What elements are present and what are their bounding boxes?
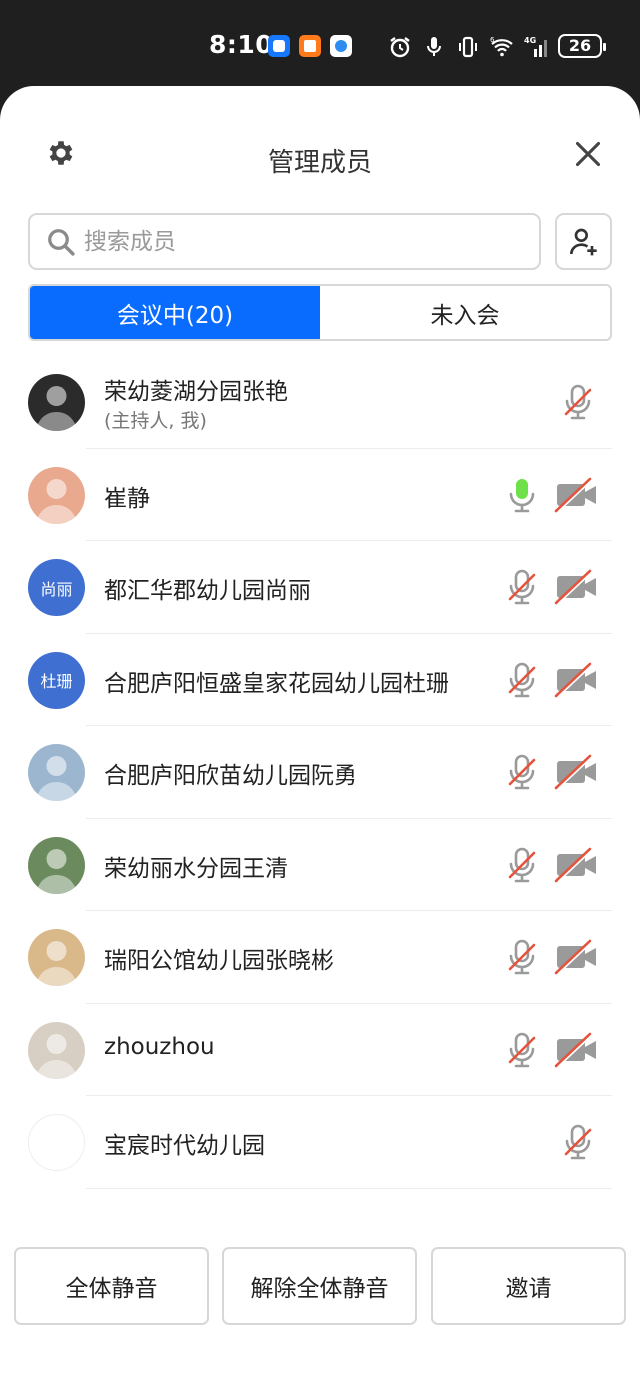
search-input[interactable] — [84, 228, 484, 255]
camera-off-icon[interactable] — [554, 567, 600, 607]
camera-off-icon[interactable] — [554, 845, 600, 885]
sheet-header: 管理成员 — [0, 86, 640, 214]
camera-off-icon[interactable] — [554, 1030, 600, 1070]
participant-name: 宝宸时代幼儿园 — [104, 1133, 265, 1159]
participant-row[interactable]: 荣幼丽水分园王清 — [0, 819, 640, 911]
close-button[interactable] — [568, 134, 608, 174]
svg-text:6: 6 — [490, 36, 495, 44]
search-icon — [48, 228, 75, 256]
participant-list[interactable]: 荣幼菱湖分园张艳 (主持人, 我) 崔静 尚丽 都汇华郡幼儿园尚丽 杜珊 合肥庐阳恒盛皇家花… — [0, 356, 640, 1218]
microphone-muted-icon[interactable] — [502, 1030, 542, 1070]
avatar — [28, 744, 85, 801]
alarm-icon — [390, 37, 410, 58]
participant-name: 瑞阳公馆幼儿园张晓彬 — [104, 948, 334, 974]
battery-indicator: 26 — [558, 34, 606, 58]
add-user-icon — [569, 228, 597, 255]
avatar — [28, 836, 85, 894]
participant-row[interactable]: 合肥庐阳欣苗幼儿园阮勇 — [0, 726, 640, 819]
participant-name: zhouzhou — [104, 1033, 215, 1060]
close-icon — [575, 141, 601, 167]
status-time: 8:10 — [209, 30, 274, 59]
participant-row[interactable]: zhouzhou — [0, 1004, 640, 1096]
camera-off-icon[interactable] — [554, 937, 600, 977]
manage-members-sheet: 管理成员 会议中(20) 未入会 荣幼菱湖分园张艳 (主持人, 我) 崔静尚丽都汇华… — [0, 86, 640, 1386]
participant-row[interactable]: 崔静 — [0, 449, 640, 541]
microphone-muted-icon[interactable] — [558, 382, 598, 422]
svg-text:4G: 4G — [524, 36, 536, 45]
participant-name: 都汇华郡幼儿园尚丽 — [104, 578, 311, 604]
search-box[interactable] — [28, 213, 541, 270]
avatar — [28, 374, 85, 431]
vibrate-icon — [459, 36, 477, 58]
camera-off-icon[interactable] — [554, 752, 600, 792]
participant-row[interactable]: 瑞阳公馆幼儿园张晓彬 — [0, 911, 640, 1004]
microphone-muted-icon[interactable] — [502, 660, 542, 700]
tab-not-joined[interactable]: 未入会 — [320, 286, 610, 339]
participant-role: (主持人, 我) — [104, 410, 207, 432]
microphone-muted-icon[interactable] — [558, 1122, 598, 1162]
camera-off-icon[interactable] — [554, 660, 600, 700]
participant-name: 合肥庐阳恒盛皇家花园幼儿园杜珊 — [104, 670, 449, 697]
participant-name: 荣幼丽水分园王清 — [104, 855, 288, 882]
wifi-icon: 6 — [490, 36, 513, 57]
avatar — [28, 1114, 85, 1171]
participant-row[interactable]: 尚丽 都汇华郡幼儿园尚丽 — [0, 541, 640, 634]
microphone-on-icon[interactable] — [502, 475, 542, 515]
tab-in-meeting[interactable]: 会议中(20) — [30, 286, 320, 339]
invite-button[interactable]: 邀请 — [431, 1247, 626, 1325]
divider — [86, 1187, 612, 1189]
browser-notification-icon — [330, 35, 352, 57]
avatar — [28, 466, 85, 524]
camera-off-icon[interactable] — [554, 475, 600, 515]
participant-name: 合肥庐阳欣苗幼儿园阮勇 — [104, 763, 357, 789]
participant-name: 崔静 — [104, 485, 150, 512]
cellular-signal-icon: 4G — [524, 36, 547, 57]
status-bar: 8:10 6 4G 26 — [0, 0, 640, 92]
unmute-all-button[interactable]: 解除全体静音 — [222, 1247, 417, 1325]
avatar — [28, 929, 85, 986]
microphone-muted-icon[interactable] — [502, 937, 542, 977]
avatar — [28, 1021, 85, 1079]
avatar: 杜珊 — [28, 651, 85, 709]
microphone-muted-icon[interactable] — [502, 752, 542, 792]
participant-row[interactable]: 荣幼菱湖分园张艳 (主持人, 我) — [0, 356, 640, 449]
page-title: 管理成员 — [267, 148, 372, 178]
bottom-action-bar: 全体静音 解除全体静音 邀请 — [0, 1220, 640, 1386]
microphone-status-icon — [427, 37, 441, 56]
participant-row[interactable]: 杜珊 合肥庐阳恒盛皇家花园幼儿园杜珊 — [0, 634, 640, 726]
microphone-muted-icon[interactable] — [502, 845, 542, 885]
mute-all-button[interactable]: 全体静音 — [14, 1247, 209, 1325]
avatar: 尚丽 — [28, 559, 85, 616]
member-tabs: 会议中(20) 未入会 — [28, 284, 612, 341]
participant-row[interactable]: 宝宸时代幼儿园 — [0, 1096, 640, 1189]
microphone-muted-icon[interactable] — [502, 567, 542, 607]
participant-name: 荣幼菱湖分园张艳 — [104, 379, 288, 405]
app-notification-icon — [268, 35, 290, 57]
add-member-button[interactable] — [555, 213, 612, 270]
video-app-notification-icon — [299, 35, 321, 57]
